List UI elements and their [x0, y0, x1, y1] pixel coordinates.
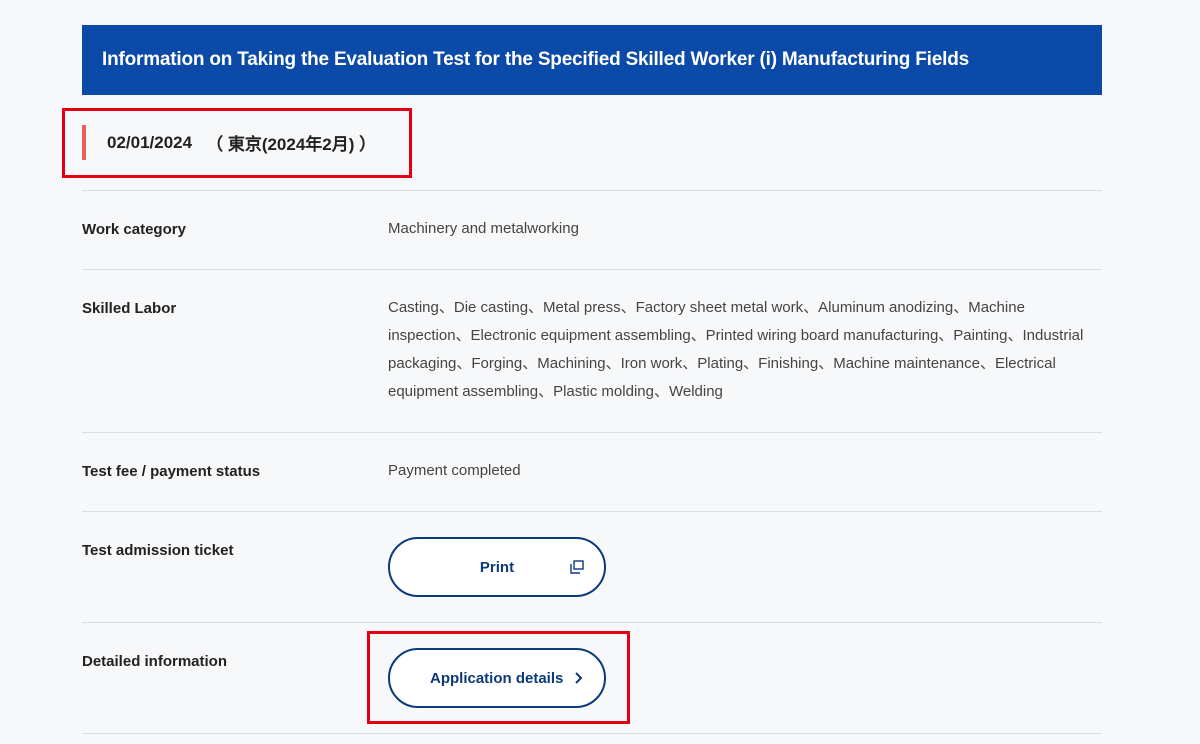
skilled-labor-value: Casting、Die casting、Metal press、Factory …	[388, 299, 1084, 400]
detailed-info-label: Detailed information	[82, 653, 228, 670]
skilled-labor-label: Skilled Labor	[82, 300, 177, 317]
highlight-box-application-details	[367, 631, 630, 724]
divider	[82, 190, 1102, 191]
test-fee-value: Payment completed	[388, 462, 521, 479]
external-window-icon	[570, 560, 584, 574]
divider	[82, 622, 1102, 623]
highlight-box-session	[62, 108, 412, 178]
divider	[82, 733, 1102, 734]
work-category-label: Work category	[82, 221, 186, 238]
page-title-banner: Information on Taking the Evaluation Tes…	[82, 25, 1102, 95]
divider	[82, 432, 1102, 433]
divider	[82, 511, 1102, 512]
test-fee-label: Test fee / payment status	[82, 463, 261, 480]
divider	[82, 269, 1102, 270]
admission-ticket-label: Test admission ticket	[82, 542, 234, 559]
work-category-value: Machinery and metalworking	[388, 220, 579, 237]
page-title: Information on Taking the Evaluation Tes…	[102, 49, 969, 70]
print-button-label: Print	[479, 558, 515, 576]
print-button[interactable]: Print	[388, 537, 606, 597]
